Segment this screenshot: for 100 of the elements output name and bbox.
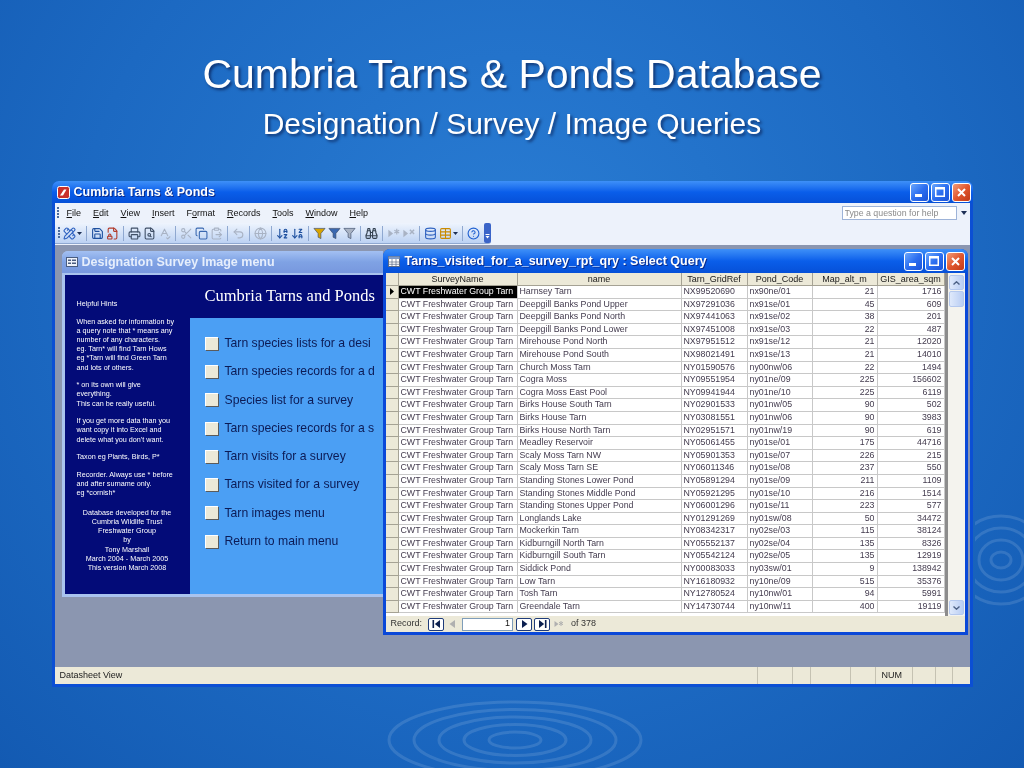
table-cell: Mockerkin Tarn — [517, 525, 682, 538]
caret-icon[interactable] — [76, 231, 82, 235]
minimize-button[interactable] — [909, 182, 929, 202]
save-icon[interactable] — [90, 226, 104, 240]
menu-item[interactable]: Format — [180, 206, 221, 219]
checkbox[interactable] — [204, 421, 218, 435]
scrollbar-thumb[interactable] — [948, 291, 964, 307]
menu-item[interactable]: File — [60, 206, 87, 219]
column-header[interactable]: Tarn_GridRef — [681, 273, 748, 286]
table-cell: Birks House Tarn — [517, 411, 682, 425]
form-icon[interactable] — [65, 257, 78, 267]
record-label: Record: — [390, 617, 422, 631]
table-cell: Meadley Reservoir — [517, 437, 682, 450]
table-cell: 135 — [812, 537, 878, 551]
table-cell: NX97951512 — [681, 336, 748, 349]
window-title: Designation Survey Image menu — [81, 253, 275, 271]
copy-icon[interactable] — [194, 226, 208, 240]
minimize-button[interactable] — [903, 251, 923, 271]
sort-descending-icon[interactable] — [290, 226, 304, 240]
close-icon — [956, 187, 966, 197]
menu-item[interactable]: Edit — [87, 206, 115, 219]
table-cell: 487 — [877, 323, 945, 337]
column-header[interactable]: name — [517, 273, 682, 286]
first-record-icon — [431, 620, 441, 628]
column-header[interactable]: SurveyName — [398, 273, 518, 286]
maximize-button[interactable] — [924, 251, 944, 271]
table-cell: 94 — [812, 588, 878, 601]
window-title: Tarns_visited_for_a_survey_rpt_qry : Select Query — [404, 252, 707, 270]
table-cell: 175 — [812, 437, 878, 450]
app-icon[interactable] — [56, 185, 70, 199]
menu-item[interactable]: Records — [220, 206, 267, 219]
table-cell: ny03sw/01 — [747, 563, 813, 576]
table-cell: 619 — [877, 424, 945, 438]
maximize-button[interactable] — [930, 182, 950, 202]
record-number-field[interactable]: 1 — [462, 617, 513, 631]
grip-icon[interactable] — [56, 206, 59, 219]
column-header[interactable]: Map_alt_m — [812, 273, 878, 286]
checkbox[interactable] — [204, 336, 218, 350]
close-button[interactable] — [951, 182, 971, 202]
previous-record-icon — [448, 620, 457, 628]
table-cell: NX99520690 — [681, 286, 748, 299]
table-cell: Kidburngill South Tarn — [517, 550, 682, 564]
print-preview-icon[interactable] — [142, 226, 156, 240]
record-count: of 378 — [571, 617, 597, 631]
column-header[interactable]: Pond_Code — [747, 273, 813, 286]
checkbox[interactable] — [204, 506, 218, 520]
checkbox[interactable] — [204, 364, 218, 378]
select-all-button[interactable] — [385, 273, 399, 286]
checkbox[interactable] — [204, 534, 218, 548]
scroll-down-button[interactable] — [948, 600, 964, 615]
toolbar-options-icon[interactable] — [483, 223, 491, 243]
checkbox[interactable] — [204, 478, 218, 492]
menu-item[interactable]: View — [114, 206, 146, 219]
last-record-button[interactable] — [534, 617, 550, 631]
table-cell: Birks House North Tarn — [517, 424, 682, 438]
menu-item[interactable]: Insert — [145, 206, 181, 219]
find-icon[interactable] — [364, 226, 378, 240]
checkbox[interactable] — [204, 449, 218, 463]
table-cell: CWT Freshwater Group Tarn — [398, 449, 518, 463]
table-cell: 22 — [812, 323, 878, 337]
table-cell: 12020 — [877, 336, 945, 349]
caret-icon[interactable] — [452, 231, 458, 235]
table-cell: 21 — [812, 336, 878, 349]
checkbox[interactable] — [204, 393, 218, 407]
table-cell: NY00083033 — [681, 563, 748, 576]
table-cell: nx91se/13 — [747, 348, 813, 362]
table-cell: CWT Freshwater Group Tarn — [398, 588, 518, 601]
help-search-field[interactable]: Type a question for help — [841, 205, 957, 220]
dropdown-caret-icon[interactable] — [960, 210, 967, 215]
close-icon — [950, 256, 960, 266]
table-cell: 609 — [877, 298, 945, 312]
first-record-button[interactable] — [428, 617, 444, 631]
menu-item[interactable]: Window — [299, 206, 344, 219]
query-icon[interactable] — [387, 255, 400, 267]
filter-icon[interactable] — [327, 226, 341, 240]
close-button[interactable] — [945, 251, 965, 271]
menu-item[interactable]: Help — [343, 206, 374, 219]
row-selector[interactable] — [385, 286, 399, 299]
print-icon[interactable] — [127, 226, 141, 240]
column-header[interactable]: GIS_area_sqm — [877, 273, 945, 286]
sort-ascending-icon[interactable] — [275, 226, 289, 240]
database-icon[interactable] — [423, 226, 437, 240]
file-lock-icon[interactable] — [105, 226, 119, 240]
table-cell: Longlands Lake — [517, 512, 682, 526]
table-cell: Siddick Pond — [517, 563, 682, 576]
table-cell: ny10nw/11 — [747, 600, 813, 614]
help-icon[interactable] — [466, 226, 480, 240]
grip-icon[interactable] — [57, 227, 60, 239]
window-title: Cumbria Tarns & Ponds — [73, 183, 215, 201]
table-cell: NY06011346 — [681, 462, 748, 475]
menu-item[interactable]: Tools — [266, 206, 300, 219]
scroll-up-button[interactable] — [948, 275, 964, 290]
vertical-scrollbar[interactable] — [947, 273, 965, 616]
current-record-icon — [389, 288, 394, 296]
table-cell: nx91se/03 — [747, 323, 813, 337]
pencil-ruler-icon[interactable] — [62, 226, 76, 240]
filter-icon[interactable] — [312, 226, 326, 240]
table-cell: CWT Freshwater Group Tarn — [398, 361, 518, 375]
next-record-button[interactable] — [516, 617, 532, 631]
table-cell: CWT Freshwater Group Tarn — [398, 600, 518, 614]
